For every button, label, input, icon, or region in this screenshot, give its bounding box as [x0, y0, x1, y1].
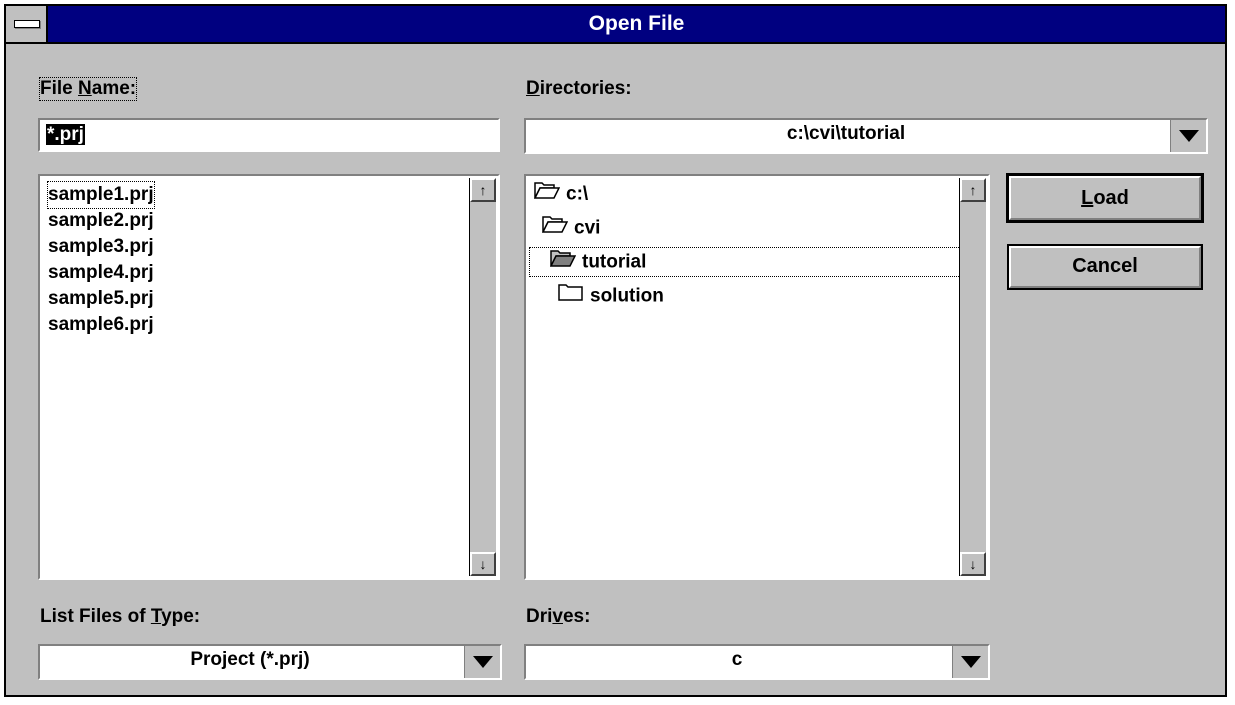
drives-dropdown-button[interactable] [952, 646, 988, 678]
directory-item-label: solution [590, 285, 664, 307]
open-folder-icon [541, 214, 569, 243]
cancel-button[interactable]: Cancel [1007, 244, 1203, 290]
drives-combo[interactable]: c [524, 644, 990, 680]
directory-list-scrollbar[interactable]: ↑ ↓ [959, 178, 986, 576]
dialog-title: Open File [588, 12, 685, 35]
scroll-up-button[interactable]: ↑ [470, 178, 496, 202]
directory-item-label: tutorial [582, 251, 647, 273]
system-menu-button[interactable] [6, 6, 48, 42]
directory-item[interactable]: solution [558, 282, 664, 310]
directory-item-label: c:\ [566, 183, 589, 205]
directories-combo[interactable]: c:\cvi\tutorial [524, 118, 1208, 154]
directory-item[interactable]: c:\ [533, 180, 589, 209]
directory-item[interactable]: tutorial [529, 247, 967, 277]
file-item[interactable]: sample2.prj [48, 208, 154, 234]
scroll-down-button[interactable]: ↓ [470, 552, 496, 576]
open-folder-icon [533, 180, 561, 209]
directories-dropdown-button[interactable] [1170, 120, 1206, 152]
drives-label: Drives: [526, 606, 591, 627]
current-directory: c:\cvi\tutorial [786, 123, 906, 144]
file-list-scrollbar[interactable]: ↑ ↓ [469, 178, 496, 576]
open-file-dialog: Open File File Name: *.prj sample1.prj sa… [4, 4, 1227, 697]
file-item[interactable]: sample1.prj [47, 181, 155, 209]
file-item[interactable]: sample6.prj [48, 312, 154, 338]
file-item[interactable]: sample5.prj [48, 286, 154, 312]
directory-item[interactable]: cvi [541, 214, 601, 243]
scroll-up-button[interactable]: ↑ [960, 178, 986, 202]
file-item[interactable]: sample3.prj [48, 234, 154, 260]
load-button[interactable]: Load [1006, 173, 1204, 223]
closed-folder-icon [558, 282, 584, 311]
file-type-combo[interactable]: Project (*.prj) [38, 644, 502, 680]
file-name-value: *.prj [46, 124, 85, 145]
file-type-value: Project (*.prj) [190, 649, 310, 670]
directory-list[interactable]: c:\ cvi tutorial solution ↑ ↓ [524, 174, 990, 580]
directories-label: Directories: [526, 78, 632, 99]
drive-value: c [731, 649, 743, 670]
file-name-input[interactable]: *.prj [38, 118, 500, 152]
open-folder-filled-icon [549, 248, 577, 277]
file-type-dropdown-button[interactable] [464, 646, 500, 678]
file-name-label: File Name: [38, 77, 138, 101]
system-menu-icon [14, 20, 40, 28]
directory-item-label: cvi [574, 217, 601, 239]
file-item[interactable]: sample4.prj [48, 260, 154, 286]
file-list[interactable]: sample1.prj sample2.prj sample3.prj sample4… [38, 174, 500, 580]
file-type-label: List Files of Type: [40, 606, 201, 627]
title-bar: Open File [6, 6, 1225, 44]
scroll-down-button[interactable]: ↓ [960, 552, 986, 576]
